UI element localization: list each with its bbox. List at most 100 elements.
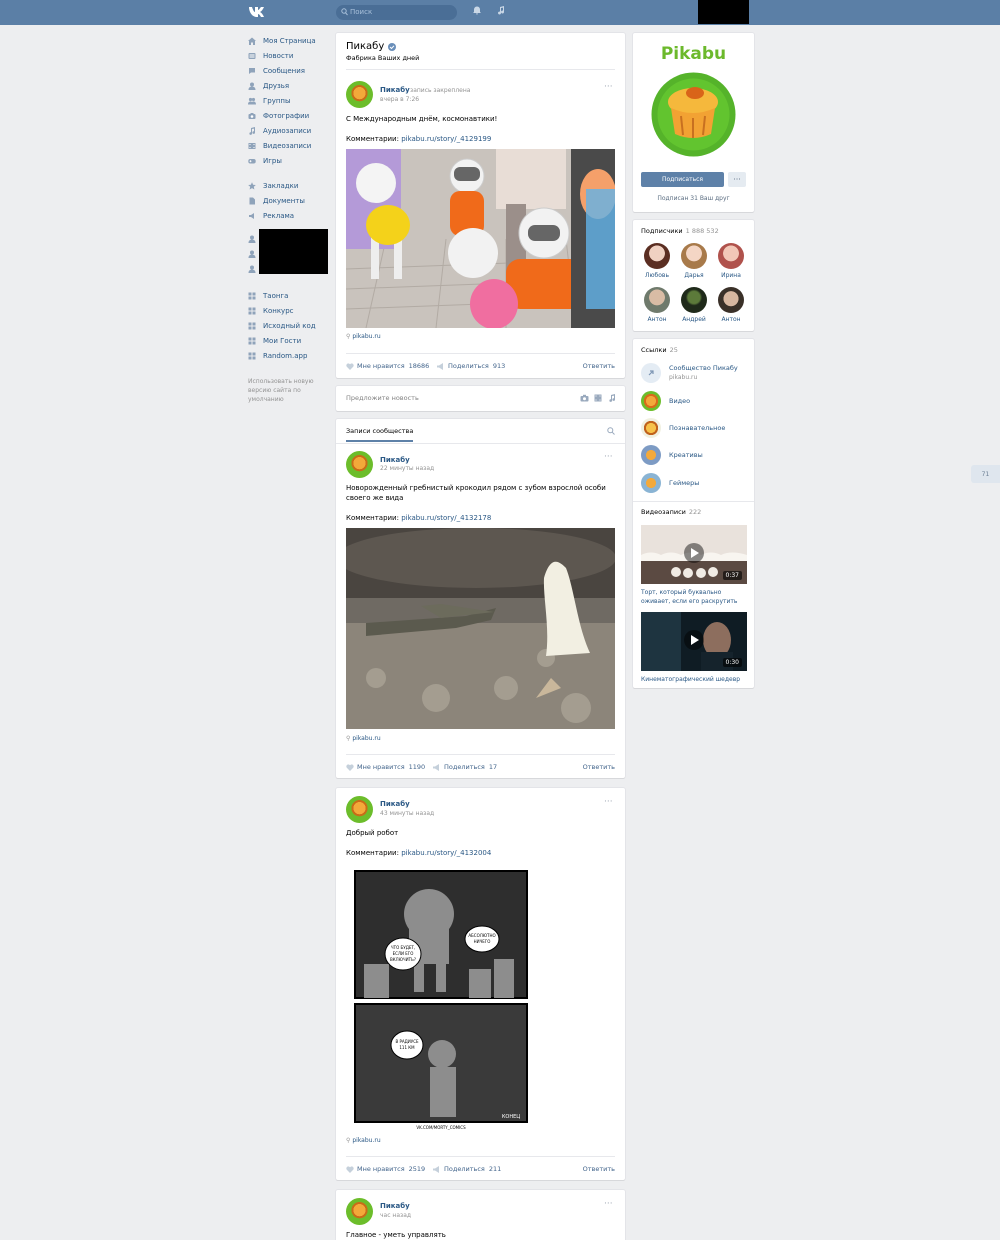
links-title[interactable]: Ссылки 25 [641, 346, 678, 354]
link-item[interactable]: Сообщество Пикабу pikabu.ru [641, 363, 738, 383]
post-author[interactable]: Пикабу [380, 86, 410, 94]
source-label: pikabu.ru [352, 735, 381, 742]
home-icon [248, 37, 256, 45]
subscriber[interactable]: Дарья [679, 243, 709, 279]
post-time[interactable]: 22 минуты назад [380, 465, 434, 472]
like-button[interactable]: Мне нравится 18686 [346, 362, 429, 370]
subscriber[interactable]: Любовь [642, 243, 672, 279]
chat-counter-badge[interactable]: 71 [971, 465, 1000, 483]
post-author[interactable]: Пикабу [380, 456, 410, 464]
reply-button[interactable]: Ответить [583, 763, 615, 771]
user-menu-redacted[interactable] [698, 0, 749, 24]
nav-games[interactable]: Игры [248, 153, 328, 168]
friend-icon[interactable] [248, 250, 256, 258]
nav-bookmarks[interactable]: Закладки [248, 178, 328, 193]
post-time[interactable]: час назад [380, 1212, 411, 1219]
group-avatar[interactable] [651, 72, 736, 157]
nav-friends[interactable]: Друзья [248, 78, 328, 93]
nav-photos[interactable]: Фотографии [248, 108, 328, 123]
like-button[interactable]: Мне нравится 2519 [346, 1165, 425, 1173]
post-author[interactable]: Пикабу [380, 800, 410, 808]
nav-app-contest[interactable]: Конкурс [248, 303, 328, 318]
avatar[interactable] [346, 451, 373, 478]
reply-button[interactable]: Ответить [583, 362, 615, 370]
post-photo-cosmonauts[interactable] [346, 149, 615, 328]
subscribers-title[interactable]: Подписчики 1 888 532 [641, 227, 719, 235]
search-input[interactable]: Поиск [336, 5, 457, 20]
more-icon[interactable]: ··· [604, 452, 613, 462]
comic-bubble-2: АБСОЛЮТНО [468, 933, 495, 938]
subscriber[interactable]: Ирина [716, 243, 746, 279]
verified-icon [388, 42, 397, 51]
video-thumb[interactable]: 0:30 [641, 612, 747, 671]
link-item[interactable]: Геймеры [641, 473, 699, 493]
nav-label: Игры [263, 156, 282, 165]
comments-link[interactable]: pikabu.ru/story/_4129199 [401, 135, 491, 143]
music-icon[interactable] [608, 394, 616, 402]
subscribe-button[interactable]: Подписаться [641, 172, 724, 187]
comments-link[interactable]: pikabu.ru/story/_4132004 [401, 849, 491, 857]
avatar[interactable] [346, 1198, 373, 1225]
more-icon[interactable]: ··· [604, 82, 613, 92]
post-source[interactable]: ⚲ pikabu.ru [346, 1137, 381, 1144]
tab-community-posts[interactable]: Записи сообщества [346, 427, 413, 442]
video-title[interactable]: Торт, который буквально оживает, если ег… [641, 588, 747, 606]
more-icon[interactable]: ··· [604, 1199, 613, 1209]
friend-icon[interactable] [248, 235, 256, 243]
video-icon[interactable] [594, 394, 602, 402]
nav-news[interactable]: Новости [248, 48, 328, 63]
subscriber-name: Антон [647, 316, 667, 323]
nav-ads[interactable]: Реклама [248, 208, 328, 223]
nav-app-source[interactable]: Исходный код [248, 318, 328, 333]
camera-icon[interactable] [580, 394, 589, 402]
post-source[interactable]: ⚲ pikabu.ru [346, 735, 381, 742]
music-icon [249, 126, 256, 135]
share-button[interactable]: Поделиться 17 [433, 763, 497, 771]
more-icon[interactable]: ··· [604, 797, 613, 807]
nav-app-taonga[interactable]: Таонга [248, 288, 328, 303]
nav-audio[interactable]: Аудиозаписи [248, 123, 328, 138]
nav-video[interactable]: Видеозаписи [248, 138, 328, 153]
post-source[interactable]: ⚲ pikabu.ru [346, 333, 381, 340]
music-icon[interactable] [497, 6, 505, 15]
friends-subscribed[interactable]: Подписан 31 Ваш друг [633, 195, 754, 202]
nav-label: Видеозаписи [263, 141, 312, 150]
friend-icon[interactable] [248, 265, 256, 273]
reply-button[interactable]: Ответить [583, 1165, 615, 1173]
comic-bubble-3b: 111 КМ [399, 1045, 415, 1050]
suggest-news[interactable]: Предложите новость [336, 386, 625, 411]
nav-messages[interactable]: Сообщения [248, 63, 328, 78]
post-time[interactable]: вчера в 7:26 [380, 96, 419, 103]
avatar[interactable] [346, 796, 373, 823]
link-item[interactable]: Познавательное [641, 418, 725, 438]
post-author[interactable]: Пикабу [380, 1202, 410, 1210]
comments-link[interactable]: pikabu.ru/story/_4132178 [401, 514, 491, 522]
post-comic[interactable]: ЧТО БУДЕТ, ЕСЛИ ЕГО ВКЛЮЧИТЬ? АБСОЛЮТНО … [354, 869, 529, 1131]
videos-title[interactable]: Видеозаписи 222 [641, 508, 701, 516]
subscriber[interactable]: Антон [716, 287, 746, 323]
video-thumb[interactable]: 0:37 [641, 525, 747, 584]
new-version-link[interactable]: Использовать новую версию сайта по умолч… [248, 377, 318, 404]
subscriber[interactable]: Антон [642, 287, 672, 323]
post-time[interactable]: 43 минуты назад [380, 810, 434, 817]
link-item[interactable]: Видео [641, 391, 690, 411]
heart-icon [346, 763, 354, 771]
bell-icon[interactable] [473, 6, 481, 15]
vk-logo-icon[interactable] [248, 6, 266, 18]
more-actions-button[interactable]: ··· [728, 172, 746, 187]
like-label: Мне нравится [357, 1165, 405, 1173]
subscriber[interactable]: Андрей [679, 287, 709, 323]
video-title[interactable]: Кинематографический шедевр [641, 675, 747, 684]
nav-app-random[interactable]: Random.app [248, 348, 328, 363]
nav-app-guests[interactable]: Мои Гости [248, 333, 328, 348]
share-button[interactable]: Поделиться 211 [433, 1165, 501, 1173]
nav-documents[interactable]: Документы [248, 193, 328, 208]
share-button[interactable]: Поделиться 913 [437, 362, 505, 370]
post-photo-crocodile[interactable] [346, 528, 615, 729]
avatar[interactable] [346, 81, 373, 108]
nav-my-page[interactable]: Моя Страница [248, 33, 328, 48]
like-button[interactable]: Мне нравится 1190 [346, 763, 425, 771]
nav-groups[interactable]: Группы [248, 93, 328, 108]
link-item[interactable]: Креативы [641, 445, 703, 465]
search-icon[interactable] [607, 427, 615, 435]
